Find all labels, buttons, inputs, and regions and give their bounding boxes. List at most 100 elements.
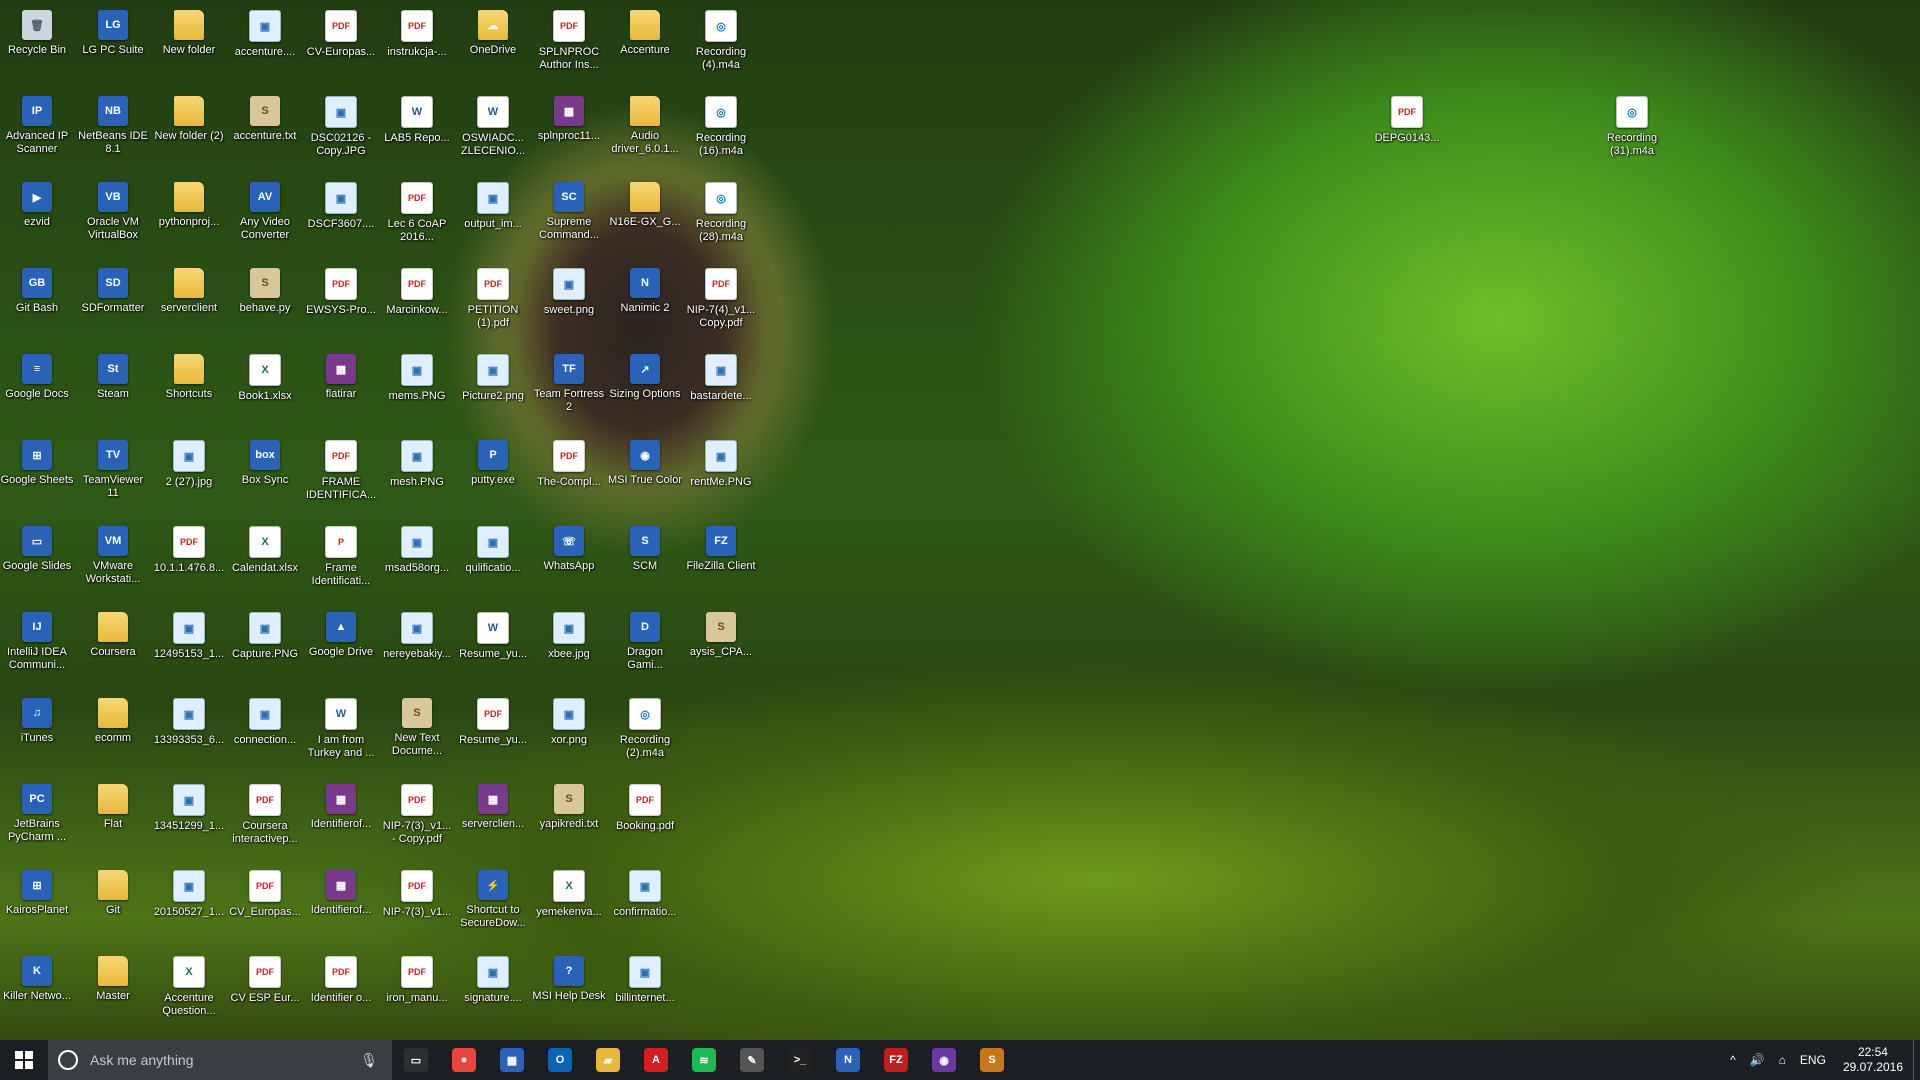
desktop-icon[interactable]: PDF The-Compl... bbox=[532, 434, 606, 518]
desktop-icon[interactable]: ≡ Google Docs bbox=[0, 348, 74, 432]
desktop-icon[interactable]: ▣ mesh.PNG bbox=[380, 434, 454, 518]
taskbar-outlook-button[interactable]: O bbox=[536, 1040, 584, 1080]
desktop-icon[interactable]: W I am from Turkey and ... bbox=[304, 692, 378, 776]
taskbar-cmd-button[interactable]: >_ bbox=[776, 1040, 824, 1080]
desktop-icon[interactable]: ▣ nereyebakiy... bbox=[380, 606, 454, 690]
desktop-icon[interactable]: ▦ flatirar bbox=[304, 348, 378, 432]
desktop-icon[interactable]: SC Supreme Command... bbox=[532, 176, 606, 260]
desktop-icon[interactable]: ▣ accenture.... bbox=[228, 4, 302, 88]
desktop-icon[interactable]: PDF Coursera interactivep... bbox=[228, 778, 302, 862]
desktop-icon[interactable]: 🗑 Recycle Bin bbox=[0, 4, 74, 88]
desktop-icon[interactable]: PDF iron_manu... bbox=[380, 950, 454, 1034]
desktop-icon[interactable]: X Calendat.xlsx bbox=[228, 520, 302, 604]
desktop-icon[interactable]: ◎ Recording (4).m4a bbox=[684, 4, 758, 88]
desktop-icon[interactable]: ▣ DSC02126 - Copy.JPG bbox=[304, 90, 378, 174]
desktop-icon[interactable]: ⊞ Google Sheets bbox=[0, 434, 74, 518]
desktop-icon[interactable]: ▣ 13451299_1... bbox=[152, 778, 226, 862]
desktop-icon[interactable]: Audio driver_6.0.1... bbox=[608, 90, 682, 174]
desktop-icon[interactable]: ? MSI Help Desk bbox=[532, 950, 606, 1034]
desktop-icon[interactable]: Saysis_CPA... bbox=[684, 606, 758, 690]
desktop-icon[interactable]: Flat bbox=[76, 778, 150, 862]
taskbar-store-button[interactable]: ▦ bbox=[488, 1040, 536, 1080]
desktop-icon[interactable]: PDF CV-Europas... bbox=[304, 4, 378, 88]
desktop-icon[interactable]: S SCM bbox=[608, 520, 682, 604]
desktop-icon[interactable]: W LAB5 Repo... bbox=[380, 90, 454, 174]
desktop-icon[interactable]: ▣ xbee.jpg bbox=[532, 606, 606, 690]
desktop-icon[interactable]: PDF NIP-7(3)_v1... - Copy.pdf bbox=[380, 778, 454, 862]
desktop-icon[interactable]: ▦ splnproc11... bbox=[532, 90, 606, 174]
start-button[interactable] bbox=[0, 1040, 48, 1080]
desktop-icon[interactable]: X Book1.xlsx bbox=[228, 348, 302, 432]
desktop-icon[interactable]: AV Any Video Converter bbox=[228, 176, 302, 260]
taskbar-nanimic-button[interactable]: N bbox=[824, 1040, 872, 1080]
desktop-icon[interactable]: PDF Booking.pdf bbox=[608, 778, 682, 862]
desktop-icon[interactable]: ▭ Google Slides bbox=[0, 520, 74, 604]
desktop-icon[interactable]: PDF instrukcja-... bbox=[380, 4, 454, 88]
desktop-icon[interactable]: New folder bbox=[152, 4, 226, 88]
desktop-icon[interactable]: ▦ Identifierof... bbox=[304, 778, 378, 862]
desktop-icon[interactable]: ◎ Recording (16).m4a bbox=[684, 90, 758, 174]
desktop-icon[interactable]: ▣ msad58org... bbox=[380, 520, 454, 604]
desktop-icon[interactable]: ecomm bbox=[76, 692, 150, 776]
desktop-icon[interactable]: St Steam bbox=[76, 348, 150, 432]
desktop-icon[interactable]: box Box Sync bbox=[228, 434, 302, 518]
desktop-icon[interactable]: ▲ Google Drive bbox=[304, 606, 378, 690]
desktop-icon[interactable]: PDF CV ESP Eur... bbox=[228, 950, 302, 1034]
desktop-icon[interactable]: Sbehave.py bbox=[228, 262, 302, 346]
show-desktop-button[interactable] bbox=[1913, 1040, 1920, 1080]
desktop-icon[interactable]: Git bbox=[76, 864, 150, 948]
desktop-icon[interactable]: ▣ rentMe.PNG bbox=[684, 434, 758, 518]
desktop-icon[interactable]: D Dragon Gami... bbox=[608, 606, 682, 690]
desktop-icon[interactable]: PDF FRAME IDENTIFICA... bbox=[304, 434, 378, 518]
desktop-icon[interactable]: IP Advanced IP Scanner bbox=[0, 90, 74, 174]
desktop-icon[interactable]: ◎ Recording (2).m4a bbox=[608, 692, 682, 776]
clock[interactable]: 22:54 29.07.2016 bbox=[1833, 1045, 1913, 1075]
desktop-icon[interactable]: PDF Identifier o... bbox=[304, 950, 378, 1034]
desktop-icon[interactable]: PDF NIP-7(4)_v1... Copy.pdf bbox=[684, 262, 758, 346]
desktop-icon[interactable]: ▣ Capture.PNG bbox=[228, 606, 302, 690]
desktop-icon[interactable]: ▣ bastardete... bbox=[684, 348, 758, 432]
search-box[interactable]: Ask me anything 🎙 bbox=[48, 1040, 392, 1080]
desktop-icon[interactable]: ▣ qulificatio... bbox=[456, 520, 530, 604]
desktop-icon[interactable]: ▣ confirmatio... bbox=[608, 864, 682, 948]
desktop-icon[interactable]: Saccenture.txt bbox=[228, 90, 302, 174]
desktop-icon[interactable]: ☁ OneDrive bbox=[456, 4, 530, 88]
desktop-icon[interactable]: P Frame Identificati... bbox=[304, 520, 378, 604]
desktop-icon[interactable]: N16E-GX_G... bbox=[608, 176, 682, 260]
desktop-icon[interactable]: ▣ output_im... bbox=[456, 176, 530, 260]
desktop-icon[interactable]: NB NetBeans IDE 8.1 bbox=[76, 90, 150, 174]
desktop-icon[interactable]: TV TeamViewer 11 bbox=[76, 434, 150, 518]
volume-icon[interactable]: 🔊 bbox=[1743, 1053, 1772, 1067]
desktop-icon[interactable]: ▣ xor.png bbox=[532, 692, 606, 776]
desktop-icon[interactable]: N Nanimic 2 bbox=[608, 262, 682, 346]
desktop-icon[interactable]: ▦ serverclien... bbox=[456, 778, 530, 862]
desktop-icon[interactable]: ▣ mems.PNG bbox=[380, 348, 454, 432]
desktop-icon[interactable]: W Resume_yu... bbox=[456, 606, 530, 690]
taskbar-task-view-button[interactable]: ▭ bbox=[392, 1040, 440, 1080]
desktop-icon[interactable]: PDF Marcinkow... bbox=[380, 262, 454, 346]
desktop-icon[interactable]: Master bbox=[76, 950, 150, 1034]
desktop-icon[interactable]: pythonproj... bbox=[152, 176, 226, 260]
desktop-icon[interactable]: GB Git Bash bbox=[0, 262, 74, 346]
microphone-icon[interactable]: 🎙 bbox=[360, 1052, 378, 1069]
desktop-icon[interactable]: ♫ iTunes bbox=[0, 692, 74, 776]
desktop-icon[interactable]: Syapikredi.txt bbox=[532, 778, 606, 862]
desktop-icon[interactable]: Coursera bbox=[76, 606, 150, 690]
taskbar-truecolor-button[interactable]: ◉ bbox=[920, 1040, 968, 1080]
taskbar-acrobat-button[interactable]: A bbox=[632, 1040, 680, 1080]
desktop-icon[interactable]: W OSWIADC... ZLECENIO... bbox=[456, 90, 530, 174]
desktop-icon[interactable]: Accenture bbox=[608, 4, 682, 88]
desktop-icon[interactable]: PDF CV_Europas... bbox=[228, 864, 302, 948]
desktop-icon[interactable]: ↗ Sizing Options bbox=[608, 348, 682, 432]
desktop-icon[interactable]: TF Team Fortress 2 bbox=[532, 348, 606, 432]
desktop-icon[interactable]: PDF EWSYS-Pro... bbox=[304, 262, 378, 346]
desktop-icon[interactable]: PDF 10.1.1.476.8... bbox=[152, 520, 226, 604]
desktop-icon[interactable]: PDF NIP-7(3)_v1... bbox=[380, 864, 454, 948]
taskbar-spotify-button[interactable]: ≋ bbox=[680, 1040, 728, 1080]
desktop-icon[interactable]: ▣ DSCF3607.... bbox=[304, 176, 378, 260]
desktop-icon[interactable]: ▣ Picture2.png bbox=[456, 348, 530, 432]
desktop-icon[interactable]: ▦ Identifierof... bbox=[304, 864, 378, 948]
desktop-icon[interactable]: SD SDFormatter bbox=[76, 262, 150, 346]
desktop-icon[interactable]: Shortcuts bbox=[152, 348, 226, 432]
taskbar-chrome-button[interactable]: ● bbox=[440, 1040, 488, 1080]
